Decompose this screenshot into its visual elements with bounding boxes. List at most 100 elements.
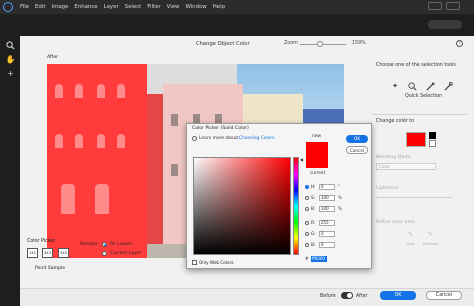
learn-more-label: Learn more about: bbox=[199, 136, 240, 141]
hand-icon[interactable]: ✋ bbox=[5, 54, 16, 65]
green-label: G: bbox=[311, 231, 316, 236]
menu-help[interactable]: Help bbox=[213, 4, 225, 10]
red-input[interactable]: 255 bbox=[319, 220, 335, 226]
left-toolbar: ✋ + bbox=[0, 36, 20, 86]
hue-label: H: bbox=[311, 184, 316, 189]
hue-input[interactable]: 0 bbox=[319, 184, 335, 190]
saturation-unit: % bbox=[338, 195, 342, 200]
remove-brush-icon[interactable]: ✎ bbox=[426, 230, 435, 239]
selection-brush-icon[interactable] bbox=[425, 81, 435, 91]
window-button[interactable] bbox=[446, 2, 460, 10]
building-red-side bbox=[147, 94, 163, 258]
zoom-slider-thumb[interactable] bbox=[317, 41, 323, 47]
before-after-toggle[interactable] bbox=[341, 292, 353, 299]
help-icon[interactable]: ? bbox=[456, 40, 463, 47]
blue-label: B: bbox=[311, 242, 316, 247]
sample-3x3-button[interactable]: 3X3 bbox=[42, 248, 53, 258]
hex-input[interactable]: ff0000 bbox=[311, 256, 327, 262]
menu-filter[interactable]: Filter bbox=[147, 4, 160, 10]
menu-window[interactable]: Window bbox=[185, 4, 206, 10]
hue-unit: ° bbox=[338, 184, 340, 189]
hue-field-row: H: 0 ° bbox=[305, 184, 365, 191]
red-radio[interactable] bbox=[305, 221, 309, 225]
auto-select-icon[interactable]: ✦ bbox=[390, 81, 400, 91]
current-color-label: current bbox=[310, 170, 326, 175]
zoom-value: 159% bbox=[352, 41, 366, 46]
selection-tools-instruction: Choose one of the selection tools bbox=[376, 63, 456, 68]
blending-mode-label: Blending Mode bbox=[376, 155, 411, 160]
brightness-label: B: bbox=[311, 206, 316, 211]
menu-select[interactable]: Select bbox=[125, 4, 142, 10]
lightbulb-icon bbox=[192, 136, 197, 141]
green-input[interactable]: 0 bbox=[319, 231, 335, 237]
ok-button[interactable]: OK bbox=[380, 291, 416, 300]
hue-radio[interactable] bbox=[305, 185, 309, 189]
current-layer-label: Current Layer bbox=[110, 251, 142, 256]
blue-input[interactable]: 0 bbox=[319, 242, 335, 248]
add-brush-icon[interactable]: ✎ bbox=[406, 230, 415, 239]
quick-selection-icon[interactable] bbox=[407, 81, 417, 91]
picker-cancel-button[interactable]: Cancel bbox=[346, 146, 368, 154]
hex-label: # bbox=[305, 256, 309, 261]
point-sample-label: Point Sample bbox=[35, 266, 66, 271]
red-label: R: bbox=[311, 220, 316, 225]
saturation-brightness-field[interactable] bbox=[193, 157, 291, 255]
color-picker-dialog: Color Picker (Solid Color) Learn more ab… bbox=[186, 123, 372, 269]
divider bbox=[372, 114, 467, 115]
red-field-row: R: 255 bbox=[305, 220, 365, 227]
brightness-radio[interactable] bbox=[305, 207, 309, 211]
menu-file[interactable]: File bbox=[20, 4, 29, 10]
menu-view[interactable]: View bbox=[167, 4, 180, 10]
menu-edit[interactable]: Edit bbox=[35, 4, 45, 10]
refine-remove-label: Remove bbox=[423, 241, 439, 246]
before-label: Before bbox=[320, 294, 336, 299]
brightness-input[interactable]: 100 bbox=[319, 206, 335, 212]
target-color-swatch[interactable] bbox=[406, 132, 426, 147]
foreground-color-swatch[interactable] bbox=[429, 132, 436, 139]
refine-color-label: Refine color area bbox=[376, 220, 415, 225]
zoom-icon[interactable] bbox=[5, 40, 16, 51]
new-color-swatch bbox=[306, 142, 328, 155]
menu-image[interactable]: Image bbox=[51, 4, 68, 10]
hue-slider[interactable] bbox=[293, 157, 299, 255]
lightness-slider[interactable] bbox=[376, 197, 452, 198]
add-icon[interactable]: + bbox=[5, 68, 16, 79]
eraser-icon[interactable] bbox=[443, 81, 453, 91]
mode-switcher[interactable] bbox=[428, 20, 462, 29]
blending-mode-select[interactable]: Color bbox=[376, 163, 436, 170]
background-color-swatch[interactable] bbox=[429, 140, 436, 147]
hex-field-row: # ff0000 bbox=[305, 256, 365, 263]
sample-label: Sample: bbox=[80, 242, 99, 247]
color-picker-label: Color Picker bbox=[27, 239, 56, 244]
zoom-slider-track[interactable] bbox=[300, 44, 346, 45]
current-layer-radio[interactable] bbox=[102, 251, 107, 256]
green-radio[interactable] bbox=[305, 232, 309, 236]
hue-slider-marker[interactable]: ◀ bbox=[300, 157, 303, 162]
all-layers-radio[interactable] bbox=[102, 242, 107, 247]
only-web-colors-checkbox[interactable] bbox=[192, 260, 197, 265]
saturation-label: S: bbox=[311, 195, 316, 200]
blue-field-row: B: 0 bbox=[305, 242, 365, 249]
current-color-swatch[interactable] bbox=[306, 155, 328, 168]
blue-radio[interactable] bbox=[305, 243, 309, 247]
saturation-input[interactable]: 100 bbox=[319, 195, 335, 201]
sample-1x1-button[interactable]: 1X1 bbox=[27, 248, 38, 258]
window-button[interactable] bbox=[428, 2, 442, 10]
new-color-label: new bbox=[312, 134, 322, 139]
after-label: After bbox=[356, 294, 368, 299]
menu-bar: File Edit Image Enhance Layer Select Fil… bbox=[0, 0, 474, 14]
brightness-field-row: B: 100 % bbox=[305, 206, 365, 213]
picker-title: Color Picker (Solid Color) bbox=[192, 126, 249, 131]
only-web-colors-label: Only Web Colors bbox=[199, 260, 234, 265]
saturation-radio[interactable] bbox=[305, 196, 309, 200]
green-field-row: G: 0 bbox=[305, 231, 365, 238]
refine-add-label: Add bbox=[407, 241, 415, 246]
cancel-button[interactable]: Cancel bbox=[426, 291, 462, 300]
choosing-colors-link[interactable]: Choosing Colors bbox=[239, 136, 274, 141]
picker-ok-button[interactable]: OK bbox=[346, 135, 368, 143]
menu-layer[interactable]: Layer bbox=[104, 4, 119, 10]
menu-enhance[interactable]: Enhance bbox=[74, 4, 97, 10]
preview-label: After bbox=[47, 55, 59, 60]
saturation-field-row: S: 100 % bbox=[305, 195, 365, 202]
sample-5x5-button[interactable]: 5X5 bbox=[58, 248, 69, 258]
